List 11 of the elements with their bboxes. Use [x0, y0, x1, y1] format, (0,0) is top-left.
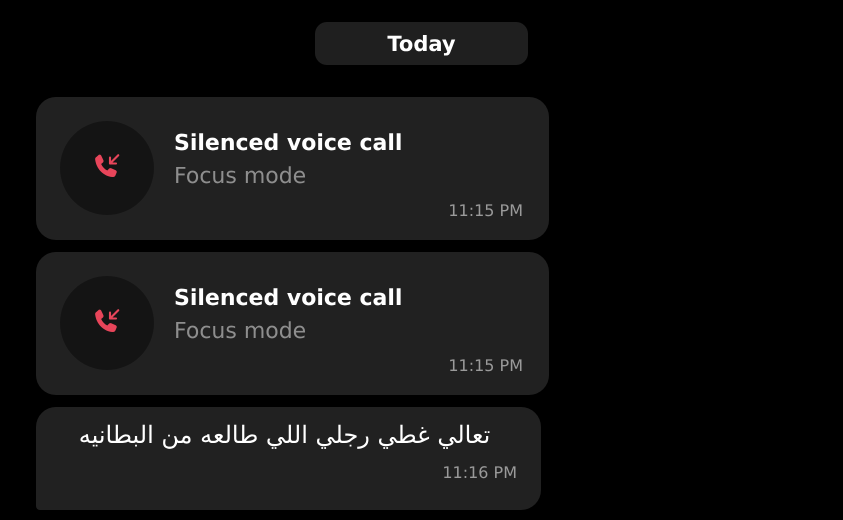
- call-title: Silenced voice call: [174, 131, 402, 156]
- call-card[interactable]: Silenced voice call Focus mode 11:15 PM: [36, 252, 549, 395]
- call-subtitle: Focus mode: [174, 319, 308, 344]
- call-card[interactable]: Silenced voice call Focus mode 11:15 PM: [36, 97, 549, 240]
- message-text: تعالي غطي رجلي اللي طالعه من البطانيه: [78, 421, 490, 449]
- call-title: Silenced voice call: [174, 286, 402, 311]
- call-subtitle: Focus mode: [174, 164, 308, 189]
- message-time: 11:16 PM: [442, 463, 517, 482]
- date-divider: Today: [315, 22, 528, 65]
- message-time: 11:15 PM: [448, 201, 523, 220]
- message-time: 11:15 PM: [448, 356, 523, 375]
